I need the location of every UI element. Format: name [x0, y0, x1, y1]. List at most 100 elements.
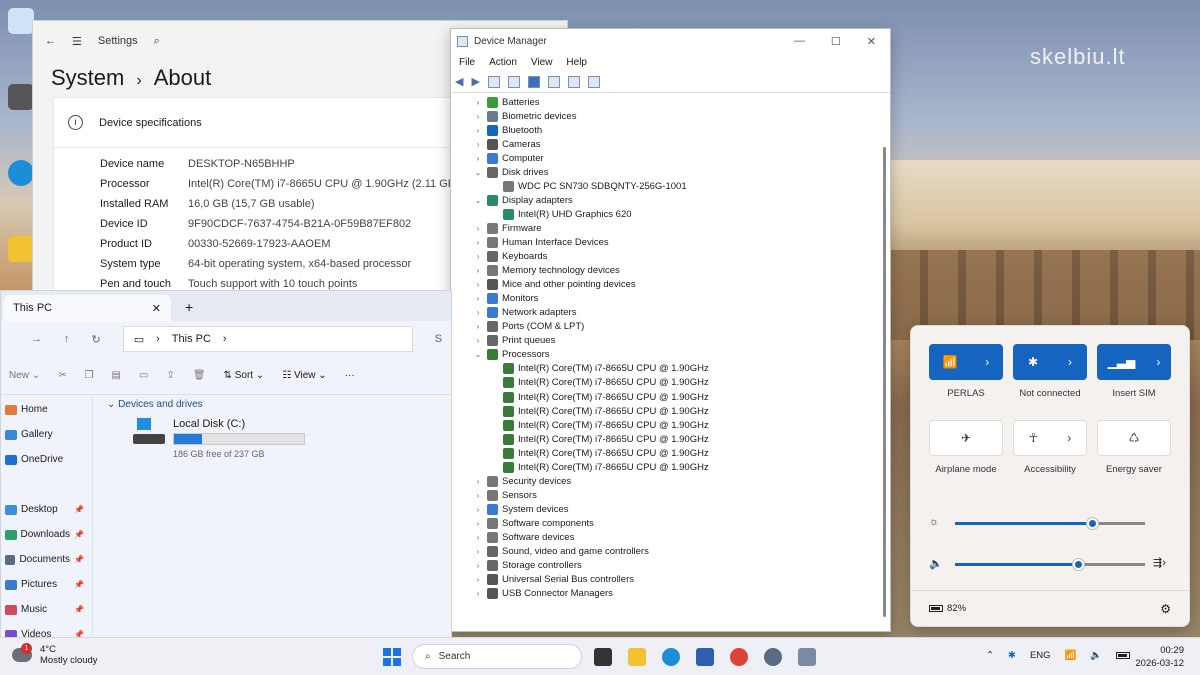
expand-chevron-icon[interactable]: ›	[473, 294, 483, 303]
sort-button[interactable]: ⇅ Sort ⌄	[224, 370, 265, 381]
sidebar-item-home[interactable]: Home	[1, 397, 92, 422]
device-item[interactable]: Intel(R) Core(TM) i7-8665U CPU @ 1.90GHz	[453, 432, 879, 446]
device-category[interactable]: › Biometric devices	[453, 109, 879, 123]
expand-chevron-icon[interactable]: ›	[473, 322, 483, 331]
view-button[interactable]: ☷ View ⌄	[282, 370, 326, 381]
refresh-icon[interactable]: ↻	[92, 333, 101, 346]
local-disk-item[interactable]: Local Disk (C:) 186 GB free of 237 GB	[133, 418, 305, 459]
device-category[interactable]: › Keyboards	[453, 250, 879, 264]
menu-item-action[interactable]: Action	[489, 57, 517, 68]
energy-saver-toggle[interactable]: ♺	[1097, 420, 1171, 456]
device-category[interactable]: › Monitors	[453, 292, 879, 306]
wifi-tray-icon[interactable]: 📶	[1065, 650, 1077, 661]
bluetooth-tray-icon[interactable]: ✱	[1008, 650, 1016, 661]
sidebar-item-desktop[interactable]: Desktop 📌	[1, 497, 92, 522]
chrome-icon[interactable]	[730, 648, 748, 666]
chevron-right-icon[interactable]: ›	[1156, 355, 1160, 369]
expand-chevron-icon[interactable]: ›	[473, 519, 483, 528]
expand-chevron-icon[interactable]: ›	[473, 308, 483, 317]
expand-chevron-icon[interactable]: ⌄	[473, 196, 483, 205]
device-category[interactable]: ⌄ Processors	[453, 348, 879, 362]
device-category[interactable]: › Sensors	[453, 488, 879, 502]
expand-chevron-icon[interactable]: ›	[473, 505, 483, 514]
group-header[interactable]: ⌄ Devices and drives	[107, 399, 305, 410]
expand-chevron-icon[interactable]: ›	[473, 477, 483, 486]
gear-icon[interactable]: ⚙	[1160, 602, 1171, 616]
expand-chevron-icon[interactable]: ›	[473, 224, 483, 233]
help-icon[interactable]	[527, 75, 540, 88]
file-explorer-icon[interactable]	[628, 648, 646, 666]
device-category[interactable]: › USB Connector Managers	[453, 587, 879, 601]
pin-icon[interactable]: 📌	[74, 605, 84, 614]
device-item[interactable]: WDC PC SN730 SDBQNTY-256G-1001	[453, 179, 879, 193]
sidebar-item-downloads[interactable]: Downloads 📌	[1, 522, 92, 547]
menu-item-view[interactable]: View	[531, 57, 553, 68]
pin-icon[interactable]: 📌	[74, 580, 84, 589]
device-category[interactable]: › Sound, video and game controllers	[453, 545, 879, 559]
device-item[interactable]: Intel(R) UHD Graphics 620	[453, 207, 879, 221]
device-item[interactable]: Intel(R) Core(TM) i7-8665U CPU @ 1.90GHz	[453, 362, 879, 376]
expand-chevron-icon[interactable]: ⌄	[473, 168, 483, 177]
scan-hardware-icon[interactable]	[587, 75, 600, 88]
device-item[interactable]: Intel(R) Core(TM) i7-8665U CPU @ 1.90GHz	[453, 446, 879, 460]
close-icon[interactable]: ✕	[867, 35, 876, 48]
expand-chevron-icon[interactable]: ›	[473, 547, 483, 556]
expand-chevron-icon[interactable]: ›	[473, 491, 483, 500]
expand-chevron-icon[interactable]: ›	[473, 140, 483, 149]
close-tab-icon[interactable]: ✕	[152, 302, 161, 315]
store-icon[interactable]	[696, 648, 714, 666]
paste-icon[interactable]: ▤	[112, 370, 121, 381]
address-bar[interactable]: ▭ › This PC ›	[122, 326, 413, 352]
back-arrow-icon[interactable]: ←	[45, 35, 56, 47]
expand-chevron-icon[interactable]: ›	[473, 266, 483, 275]
expand-chevron-icon[interactable]: ›	[473, 238, 483, 247]
new-tab-button[interactable]: +	[185, 299, 193, 315]
expand-chevron-icon[interactable]: ⌄	[473, 350, 483, 359]
properties-icon[interactable]	[487, 75, 500, 88]
chevron-right-icon[interactable]: ›	[1067, 431, 1071, 445]
rename-icon[interactable]: ▭	[139, 370, 148, 381]
delete-icon[interactable]: 🗑	[193, 370, 206, 381]
show-hidden-icon[interactable]	[507, 75, 520, 88]
device-category[interactable]: › Print queues	[453, 334, 879, 348]
sidebar-item-music[interactable]: Music 📌	[1, 597, 92, 622]
copy-icon[interactable]: ❐	[85, 370, 94, 381]
bluetooth-toggle[interactable]: ✱ ›	[1013, 344, 1087, 380]
expand-chevron-icon[interactable]: ›	[473, 154, 483, 163]
task-view-icon[interactable]	[594, 648, 612, 666]
chevron-up-icon[interactable]: ⌃	[986, 650, 994, 661]
device-item[interactable]: Intel(R) Core(TM) i7-8665U CPU @ 1.90GHz	[453, 404, 879, 418]
battery-tray-icon[interactable]	[1116, 652, 1131, 659]
menu-item-help[interactable]: Help	[566, 57, 587, 68]
device-category[interactable]: › Software devices	[453, 530, 879, 544]
view-icon[interactable]	[547, 75, 560, 88]
expand-chevron-icon[interactable]: ›	[473, 280, 483, 289]
device-category[interactable]: › Cameras	[453, 137, 879, 151]
back-arrow-icon[interactable]: ◀	[455, 75, 463, 88]
cut-icon[interactable]: ✂	[58, 370, 66, 381]
pin-icon[interactable]: 📌	[74, 505, 84, 514]
pin-icon[interactable]: 📌	[74, 555, 84, 564]
search-icon[interactable]: ⌕	[154, 35, 160, 48]
expand-chevron-icon[interactable]: ›	[473, 98, 483, 107]
share-icon[interactable]: ⇪	[166, 370, 174, 381]
device-category[interactable]: › Ports (COM & LPT)	[453, 320, 879, 334]
device-category[interactable]: › Firmware	[453, 221, 879, 235]
pin-icon[interactable]: 📌	[74, 530, 84, 539]
language-indicator[interactable]: ENG	[1030, 650, 1051, 661]
expand-chevron-icon[interactable]: ›	[473, 336, 483, 345]
device-category[interactable]: › Network adapters	[453, 306, 879, 320]
sidebar-item-documents[interactable]: Documents 📌	[1, 547, 92, 572]
forward-arrow-icon[interactable]: ▶	[471, 75, 479, 88]
device-item[interactable]: Intel(R) Core(TM) i7-8665U CPU @ 1.90GHz	[453, 460, 879, 474]
device-category[interactable]: › Batteries	[453, 95, 879, 109]
expand-chevron-icon[interactable]: ›	[473, 112, 483, 121]
accessibility-toggle[interactable]: ☥ ›	[1013, 420, 1087, 456]
minimize-icon[interactable]: —	[794, 35, 805, 48]
device-item[interactable]: Intel(R) Core(TM) i7-8665U CPU @ 1.90GHz	[453, 418, 879, 432]
chevron-right-icon[interactable]: ›	[1068, 355, 1072, 369]
expand-chevron-icon[interactable]: ›	[473, 575, 483, 584]
start-button[interactable]	[383, 648, 401, 666]
volume-slider[interactable]	[955, 559, 1145, 570]
settings-gear-icon[interactable]	[764, 648, 782, 666]
